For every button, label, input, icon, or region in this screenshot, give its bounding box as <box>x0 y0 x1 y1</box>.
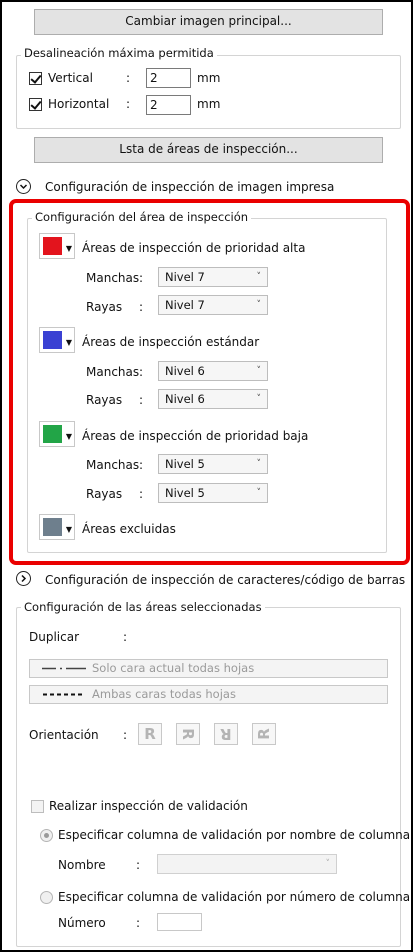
orientation-normal-icon[interactable]: R <box>138 723 162 745</box>
high-priority-label: Áreas de inspección de prioridad alta <box>82 241 306 255</box>
orientation-label: Orientación <box>29 728 99 742</box>
print-inspection-section-title[interactable]: Configuración de inspección de imagen im… <box>45 180 334 194</box>
inspection-areas-list-button[interactable]: Lsta de áreas de inspección... <box>34 137 383 163</box>
excluded-color-button[interactable]: ▼ <box>39 514 75 540</box>
gray-swatch <box>43 518 62 536</box>
horizontal-label: Horizontal <box>48 97 110 111</box>
horizontal-unit: mm <box>197 97 221 111</box>
chevron-down-icon[interactable] <box>16 179 31 194</box>
colon: : <box>139 393 144 407</box>
duplicate-both-sides-button[interactable]: Ambas caras todas hojas <box>29 685 388 704</box>
colon: : <box>139 458 144 472</box>
vertical-label: Vertical <box>48 71 93 85</box>
horizontal-checkbox[interactable] <box>29 98 42 111</box>
colon: : <box>139 271 144 285</box>
red-swatch <box>43 237 62 255</box>
misalignment-group <box>16 55 401 129</box>
name-label: Nombre <box>58 858 106 872</box>
select-value: Nivel 6 <box>165 392 205 406</box>
rayas-label: Rayas <box>86 393 123 407</box>
orientation-rotate-90-icon[interactable]: R <box>176 723 200 745</box>
high-priority-color-button[interactable]: ▼ <box>39 233 75 259</box>
rayas-label: Rayas <box>86 300 123 314</box>
validation-by-name-radio[interactable] <box>40 829 53 842</box>
manchas-label: Manchas <box>86 271 140 285</box>
chevron-down-icon: ˅ <box>256 272 262 282</box>
chevron-right-icon[interactable] <box>16 571 31 586</box>
select-value: Nivel 7 <box>165 270 205 284</box>
select-value: Nivel 6 <box>165 364 205 378</box>
manchas-label: Manchas <box>86 365 140 379</box>
dashed-line-icon <box>43 693 83 696</box>
horizontal-colon: : <box>126 97 131 111</box>
validation-checkbox[interactable] <box>31 800 44 813</box>
high-rayas-select[interactable]: Nivel 7 ˅ <box>158 295 268 315</box>
manchas-label: Manchas <box>86 458 140 472</box>
standard-color-button[interactable]: ▼ <box>39 327 75 353</box>
duplicate-current-side-label: Solo cara actual todas hojas <box>92 661 255 675</box>
orientation-glyph: R <box>220 725 232 743</box>
orientation-rotate-270-icon[interactable]: R <box>252 723 276 745</box>
chevron-down-icon: ˅ <box>256 459 262 469</box>
validation-checkbox-label: Realizar inspección de validación <box>49 799 248 813</box>
chevron-down-icon: ˅ <box>325 859 331 869</box>
dropdown-arrow-icon: ▼ <box>65 525 72 534</box>
colon: : <box>136 858 141 872</box>
excluded-label: Áreas excluidas <box>82 522 176 536</box>
change-main-image-button[interactable]: Cambiar imagen principal... <box>34 9 383 35</box>
column-name-select[interactable]: ˅ <box>157 854 337 874</box>
misalignment-title: Desalineación máxima permitida <box>21 46 217 60</box>
select-value: Nivel 7 <box>165 298 205 312</box>
colon: : <box>139 300 144 314</box>
dash-dot-line-icon <box>42 667 86 670</box>
char-inspection-section-title[interactable]: Configuración de inspección de caractere… <box>45 573 405 587</box>
colon: : <box>123 630 128 644</box>
low-rayas-select[interactable]: Nivel 5 ˅ <box>158 483 268 503</box>
validation-by-number-label: Especificar columna de validación por nú… <box>58 890 411 904</box>
blue-swatch <box>43 331 62 349</box>
select-value: Nivel 5 <box>165 486 205 500</box>
colon: : <box>136 916 141 930</box>
high-manchas-select[interactable]: Nivel 7 ˅ <box>158 267 268 287</box>
area-config-title: Configuración del área de inspección <box>32 210 252 224</box>
duplicate-label: Duplicar <box>29 630 80 644</box>
duplicate-current-side-button[interactable]: Solo cara actual todas hojas <box>29 659 388 678</box>
settings-panel: Cambiar imagen principal... Desalineació… <box>0 0 413 952</box>
chevron-down-icon: ˅ <box>256 300 262 310</box>
dropdown-arrow-icon: ▼ <box>65 432 72 441</box>
validation-by-number-radio[interactable] <box>40 891 53 904</box>
low-priority-label: Áreas de inspección de prioridad baja <box>82 429 309 443</box>
colon: : <box>123 728 128 742</box>
dropdown-arrow-icon: ▼ <box>65 244 72 253</box>
dropdown-arrow-icon: ▼ <box>65 338 72 347</box>
column-number-input[interactable] <box>157 913 202 931</box>
standard-rayas-select[interactable]: Nivel 6 ˅ <box>158 389 268 409</box>
vertical-colon: : <box>126 71 131 85</box>
green-swatch <box>43 425 62 443</box>
horizontal-input[interactable]: 2 <box>146 95 191 115</box>
number-label: Número <box>58 916 106 930</box>
orientation-glyph: R <box>255 728 273 740</box>
standard-label: Áreas de inspección estándar <box>82 335 260 349</box>
orientation-rotate-180-icon[interactable]: R <box>214 723 238 745</box>
validation-by-name-label: Especificar columna de validación por no… <box>58 828 411 842</box>
standard-manchas-select[interactable]: Nivel 6 ˅ <box>158 361 268 381</box>
vertical-unit: mm <box>197 71 221 85</box>
orientation-glyph: R <box>179 728 197 740</box>
chevron-down-icon: ˅ <box>256 488 262 498</box>
chevron-down-icon: ˅ <box>256 366 262 376</box>
colon: : <box>139 487 144 501</box>
duplicate-both-sides-label: Ambas caras todas hojas <box>92 687 236 701</box>
colon: : <box>139 365 144 379</box>
rayas-label: Rayas <box>86 487 123 501</box>
vertical-input[interactable]: 2 <box>146 68 191 88</box>
vertical-checkbox[interactable] <box>29 72 42 85</box>
chevron-down-icon: ˅ <box>256 394 262 404</box>
low-manchas-select[interactable]: Nivel 5 ˅ <box>158 454 268 474</box>
select-value: Nivel 5 <box>165 457 205 471</box>
orientation-glyph: R <box>144 725 156 743</box>
selected-areas-title: Configuración de las áreas seleccionadas <box>21 600 265 614</box>
low-priority-color-button[interactable]: ▼ <box>39 421 75 447</box>
